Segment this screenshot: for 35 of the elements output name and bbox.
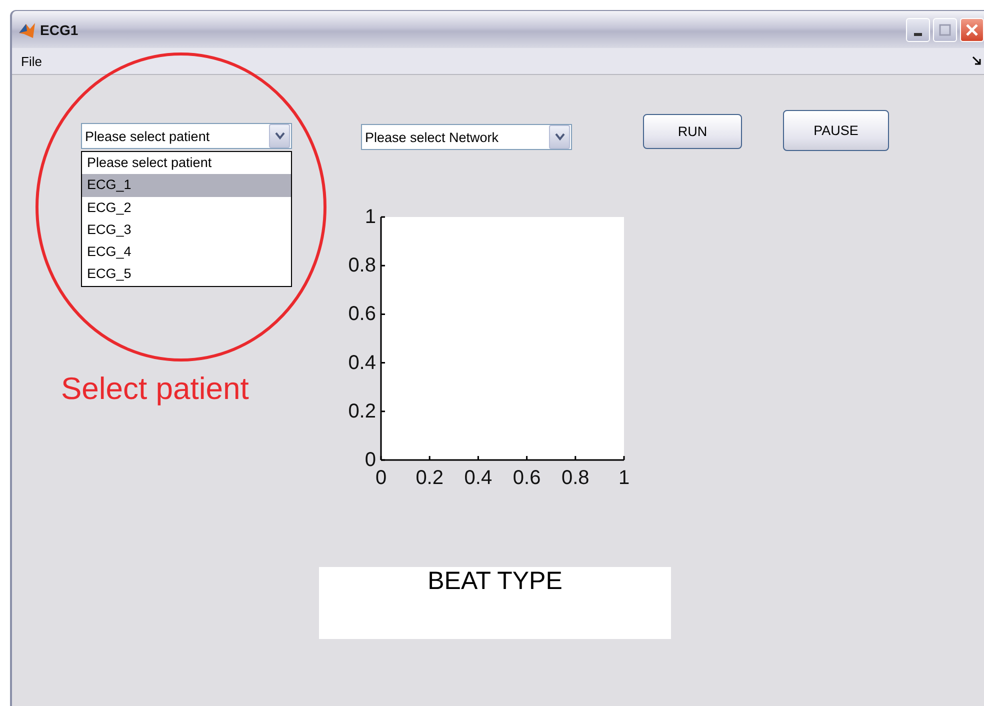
minimize-button[interactable] [906, 18, 930, 42]
minimize-icon [914, 32, 922, 36]
tick-label: 1 [364, 206, 376, 228]
menu-item[interactable]: File [12, 54, 51, 68]
maximize-icon [939, 24, 951, 36]
dropdown-option[interactable]: ECG_3 [82, 218, 291, 242]
tick-label: 0.6 [512, 467, 541, 489]
beat-type-label: BEAT TYPE [428, 567, 562, 596]
chevron-down-icon [554, 133, 564, 141]
tick-label: 0 [375, 467, 387, 489]
dropdown[interactable]: Please select patient [81, 123, 292, 149]
dropdown-option[interactable]: ECG_4 [82, 241, 291, 264]
dropdown-option[interactable]: ECG_1 [82, 174, 291, 197]
tick-label: 0.4 [348, 352, 376, 374]
dock-arrow-icon[interactable] [972, 56, 982, 66]
dropdown-option[interactable]: ECG_5 [82, 263, 291, 286]
tick-label: 0.8 [562, 467, 590, 489]
tick-label: 0.8 [348, 254, 376, 277]
dropdown-option[interactable]: Please select patient [82, 152, 291, 174]
tick-label: 1 [618, 467, 630, 489]
tick-label: 0.2 [348, 400, 376, 422]
dropdown[interactable]: Please select Network [361, 124, 572, 150]
tick-label: 0.4 [464, 467, 492, 489]
window-title: ECG1 [40, 22, 80, 38]
annotation-text: Select patient [61, 371, 249, 407]
tick-label: 0 [364, 449, 376, 471]
dropdown-option[interactable]: ECG_2 [82, 196, 291, 219]
tick-label: 0.6 [348, 303, 376, 326]
close-button[interactable] [960, 18, 984, 42]
app-icon [18, 20, 36, 38]
tick-label: 0.2 [416, 467, 444, 489]
button[interactable]: PAUSE [783, 110, 889, 151]
close-icon [965, 22, 979, 36]
chevron-down-icon [274, 132, 284, 140]
button[interactable]: RUN [643, 114, 742, 149]
